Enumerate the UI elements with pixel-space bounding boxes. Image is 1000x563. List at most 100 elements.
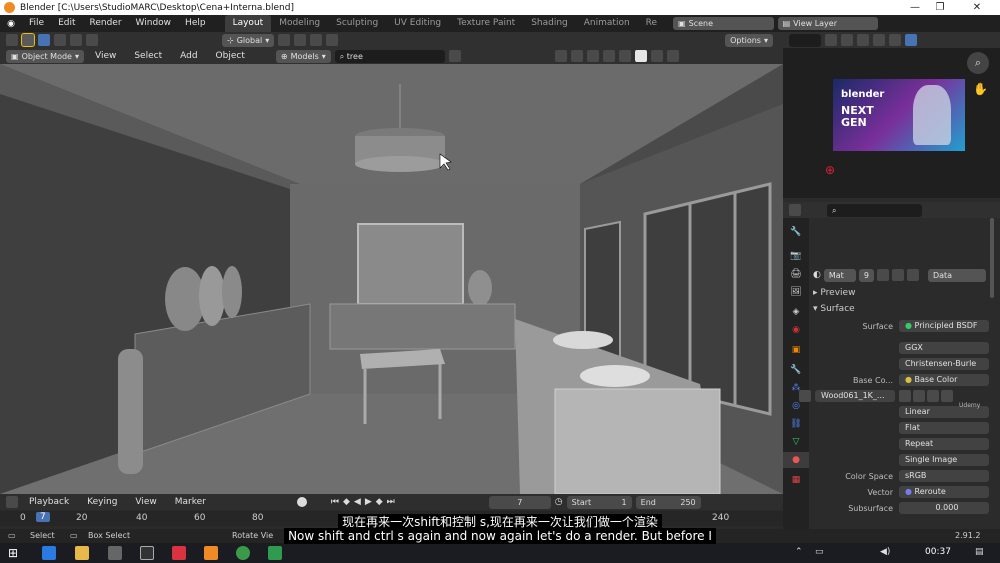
app-icon[interactable] xyxy=(172,546,186,560)
blender-menu-icon[interactable]: ◉ xyxy=(0,19,22,29)
prop-value[interactable]: ● Reroute xyxy=(899,486,989,498)
vector-row[interactable]: Vector ● Reroute xyxy=(809,484,989,500)
store-icon[interactable] xyxy=(108,546,122,560)
unlink-material-icon[interactable] xyxy=(906,269,919,281)
object-mode-dropdown[interactable]: ▣ Object Mode ▾ xyxy=(6,49,84,63)
shading-material-icon[interactable] xyxy=(650,50,663,62)
world-tab-icon[interactable]: ◉ xyxy=(783,322,809,338)
gizmo-icon[interactable] xyxy=(570,50,583,62)
prop-value[interactable]: ● Principled BSDF xyxy=(899,320,989,332)
prop-value[interactable]: ● Base Color xyxy=(899,374,989,386)
modifier-tab-icon[interactable]: 🔧 xyxy=(783,362,809,378)
asset-library-dropdown[interactable]: ⊕ Models ▾ xyxy=(275,49,331,63)
outliner-filter-icon[interactable] xyxy=(825,34,837,46)
select-invert-icon[interactable] xyxy=(86,34,98,46)
view-layer-selector[interactable]: ▤ View Layer xyxy=(777,17,879,30)
prop-value[interactable]: Christensen-Burle xyxy=(899,358,989,370)
hand-pan-icon[interactable]: ✋ xyxy=(973,82,988,96)
select-subtract-icon[interactable] xyxy=(70,34,82,46)
asset-search-input[interactable]: ⌕ tree xyxy=(334,49,445,63)
material-name-field[interactable]: Mat xyxy=(823,268,856,282)
camera-icon[interactable] xyxy=(140,546,154,560)
visibility-icon[interactable] xyxy=(554,50,567,62)
jump-start-icon[interactable]: ⏮ xyxy=(331,497,339,507)
render-tab-icon[interactable]: 📷 xyxy=(783,248,809,264)
user-count[interactable]: 9 xyxy=(858,268,874,282)
xray-icon[interactable] xyxy=(602,50,615,62)
scene-selector[interactable]: ▣ Scene xyxy=(673,17,774,30)
shading-solid-icon[interactable] xyxy=(634,50,647,62)
tray-chevron-icon[interactable]: ⌃ xyxy=(795,547,803,557)
tab-animation[interactable]: Animation xyxy=(576,15,638,32)
menu-select[interactable]: Select xyxy=(127,48,169,65)
overlay-icon[interactable] xyxy=(586,50,599,62)
texture-tab-icon[interactable]: ▦ xyxy=(783,472,809,488)
menu-render[interactable]: Render xyxy=(83,15,129,32)
record-icon[interactable] xyxy=(296,497,307,507)
source-row[interactable]: Single Image xyxy=(809,452,989,468)
pivot-icon[interactable] xyxy=(278,34,291,46)
fake-user-icon[interactable] xyxy=(899,390,911,402)
surface-panel[interactable]: ▾ Surface xyxy=(813,304,855,314)
pin-icon[interactable] xyxy=(889,34,901,46)
color-space-row[interactable]: Color Space sRGB xyxy=(809,468,989,484)
extension-row[interactable]: Repeat xyxy=(809,436,989,452)
constraints-tab-icon[interactable]: ⛓ xyxy=(783,416,809,432)
image-icon[interactable] xyxy=(799,390,811,402)
prop-value[interactable]: sRGB xyxy=(899,470,989,482)
menu-object[interactable]: Object xyxy=(209,48,252,65)
windows-start-icon[interactable]: ⊞ xyxy=(8,546,18,560)
menu-edit[interactable]: Edit xyxy=(51,15,82,32)
tab-rendering[interactable]: Re xyxy=(638,15,665,32)
tab-sculpting[interactable]: Sculpting xyxy=(328,15,386,32)
menu-add[interactable]: Add xyxy=(173,48,204,65)
prop-value[interactable]: GGX xyxy=(899,342,989,354)
marker-menu[interactable]: Marker xyxy=(168,494,213,511)
base-color-row[interactable]: Base Co... ● Base Color xyxy=(809,372,989,388)
tool-tab-icon[interactable]: 🔧 xyxy=(783,224,809,240)
display-mode-icon[interactable] xyxy=(905,34,917,46)
copy-icon[interactable] xyxy=(857,34,869,46)
select-extend-icon[interactable] xyxy=(54,34,66,46)
outliner-filter-input[interactable] xyxy=(789,33,821,47)
properties-search-input[interactable]: ⌕ xyxy=(827,203,922,217)
new-image-icon[interactable] xyxy=(913,390,925,402)
volume-icon[interactable]: ◀) xyxy=(880,547,890,557)
tab-uv-editing[interactable]: UV Editing xyxy=(386,15,449,32)
unlink-image-icon[interactable] xyxy=(941,390,953,402)
menu-window[interactable]: Window xyxy=(129,15,179,32)
playback-menu[interactable]: Playback xyxy=(22,494,76,511)
properties-scrollbar[interactable] xyxy=(990,218,994,298)
select-new-icon[interactable] xyxy=(38,34,50,46)
next-keyframe-icon[interactable]: ◆ xyxy=(376,497,383,507)
data-tab-icon[interactable]: ▽ xyxy=(783,434,809,450)
play-reverse-icon[interactable]: ◀ xyxy=(354,497,361,507)
play-icon[interactable]: ▶ xyxy=(365,497,372,507)
keying-menu[interactable]: Keying xyxy=(80,494,124,511)
edge-icon[interactable] xyxy=(42,546,56,560)
end-frame-field[interactable]: End 250 xyxy=(635,495,701,509)
maximize-button[interactable]: ❐ xyxy=(925,0,955,15)
battery-icon[interactable]: ▭ xyxy=(815,547,824,557)
prev-keyframe-icon[interactable]: ◆ xyxy=(343,497,350,507)
current-frame-field[interactable]: 7 xyxy=(488,495,551,509)
snap-icon[interactable] xyxy=(294,34,307,46)
chrome-icon[interactable] xyxy=(236,546,250,560)
delete-icon[interactable] xyxy=(873,34,885,46)
timeline-view-menu[interactable]: View xyxy=(128,494,163,511)
file-explorer-icon[interactable] xyxy=(75,546,89,560)
close-button[interactable]: ✕ xyxy=(962,0,992,15)
proportional-edit-icon[interactable] xyxy=(326,34,339,46)
tab-modeling[interactable]: Modeling xyxy=(271,15,328,32)
menu-help[interactable]: Help xyxy=(178,15,213,32)
green-app-icon[interactable] xyxy=(268,546,282,560)
projection-row[interactable]: Flat xyxy=(809,420,989,436)
surface-row[interactable]: Surface ● Principled BSDF xyxy=(809,318,989,334)
start-frame-field[interactable]: Start 1 xyxy=(566,495,632,509)
material-tab-icon[interactable]: ● xyxy=(783,452,809,468)
prop-value[interactable]: Repeat xyxy=(899,438,989,450)
image-name-field[interactable]: Wood061_1K_... xyxy=(815,390,895,402)
filter-icon[interactable] xyxy=(448,50,461,62)
outliner-area[interactable]: blender NEXT GEN ⌕ ✋ ⊕ xyxy=(783,48,1000,198)
scene-tab-icon[interactable]: ◈ xyxy=(783,304,809,320)
